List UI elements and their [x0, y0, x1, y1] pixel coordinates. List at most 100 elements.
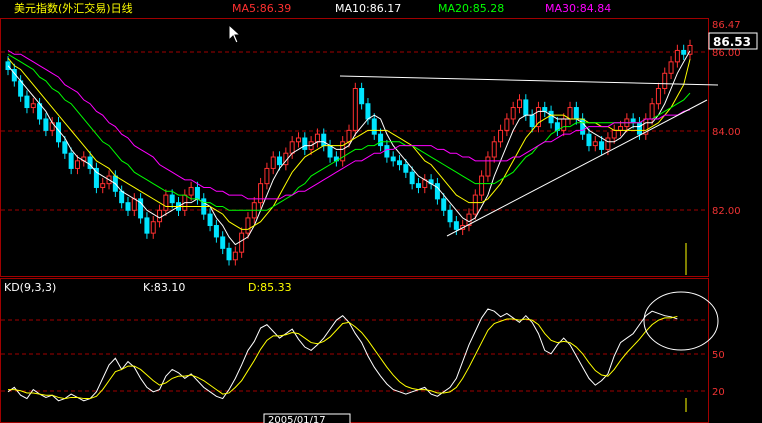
- candle-bull: [258, 183, 264, 204]
- candle-bull: [662, 72, 668, 90]
- price-high-label: 86.47: [712, 20, 741, 31]
- candle-bull: [314, 133, 320, 143]
- candle-bull: [30, 103, 36, 109]
- candle-bull: [74, 160, 80, 169]
- candle-bear: [548, 110, 554, 124]
- candle-bear: [415, 183, 421, 188]
- k-line: [7, 308, 678, 402]
- candle-bull: [485, 156, 491, 177]
- mouse-cursor-icon: [228, 24, 242, 44]
- candle-bear: [213, 225, 219, 238]
- candle-bear: [681, 49, 687, 55]
- candle-bull: [491, 141, 497, 158]
- ma20-label: MA20:85.28: [438, 2, 504, 15]
- ma30-label: MA30:84.84: [545, 2, 611, 15]
- candle-bull: [346, 129, 352, 143]
- candle-bull: [655, 88, 661, 105]
- candle-bull: [504, 118, 510, 131]
- candle-bear: [523, 99, 529, 116]
- candle-bear: [378, 133, 384, 147]
- candle-bear: [599, 141, 605, 150]
- candle-bull: [567, 107, 573, 120]
- candle-bear: [302, 137, 308, 150]
- candle-bull: [510, 107, 516, 120]
- kd-tick-20: 20: [712, 387, 725, 398]
- candle-bull: [498, 129, 504, 143]
- candle-bull: [232, 251, 238, 261]
- candle-bear: [397, 160, 403, 166]
- candle-bear: [125, 202, 131, 211]
- kd-tick-50: 50: [712, 350, 725, 361]
- candle-bear: [580, 118, 586, 135]
- candle-bear: [277, 156, 283, 166]
- candle-bear: [630, 118, 636, 124]
- candle-bear: [226, 247, 232, 261]
- candle-bear: [169, 194, 175, 204]
- candle-bear: [321, 133, 327, 147]
- chart-title: 美元指数(外汇交易)日线: [14, 1, 133, 15]
- candle-bear: [207, 213, 213, 227]
- candle-bull: [674, 49, 680, 63]
- k-value-label: K:83.10: [143, 281, 185, 294]
- current-price-label: 86.53: [713, 35, 751, 49]
- candle-bull: [592, 141, 598, 147]
- candle-bear: [384, 145, 390, 158]
- candle-bull: [188, 186, 194, 196]
- candle-bear: [144, 217, 150, 234]
- kd-title: KD(9,3,3): [4, 281, 56, 294]
- candle-bull: [157, 209, 163, 223]
- candle-bear: [542, 107, 548, 112]
- candle-bear: [573, 107, 579, 120]
- price-tick-84: 84.00: [712, 127, 741, 138]
- price-tick-82: 82.00: [712, 206, 741, 217]
- candle-bull: [561, 118, 567, 131]
- candle-bear: [409, 171, 415, 185]
- kd-panel-frame: [0, 278, 709, 423]
- stock-chart: 美元指数(外汇交易)日线 MA5:86.39 MA10:86.17 MA20:8…: [0, 1, 758, 423]
- candle-bear: [453, 221, 459, 230]
- candle-bull: [517, 99, 522, 109]
- candle-bull: [295, 137, 301, 143]
- candle-bull: [245, 217, 251, 234]
- candle-bear: [327, 145, 333, 158]
- candle-bull: [264, 167, 270, 185]
- candle-bull: [649, 103, 655, 120]
- candle-bear: [447, 209, 453, 223]
- candle-bull: [605, 137, 611, 150]
- ma5-label: MA5:86.39: [232, 2, 291, 15]
- d-value-label: D:85.33: [248, 281, 292, 294]
- candle-bear: [119, 190, 125, 204]
- candle-bull: [163, 194, 169, 211]
- date-box-label: 2005/01/17: [268, 415, 326, 423]
- candle-bear: [441, 198, 447, 211]
- candle-bull: [472, 194, 478, 215]
- candle-bear: [365, 103, 371, 120]
- candle-bull: [150, 221, 156, 234]
- candle-bull: [239, 232, 245, 253]
- resistance-trendline: [339, 75, 719, 86]
- highlight-circle: [643, 291, 719, 351]
- candle-bear: [529, 114, 535, 128]
- candle-bull: [618, 126, 624, 131]
- candle-bear: [24, 95, 30, 109]
- candle-bull: [611, 129, 617, 139]
- candle-bull: [668, 61, 674, 74]
- candle-bear: [220, 236, 226, 249]
- price-tick-86: 86.00: [712, 48, 741, 59]
- candle-bear: [68, 152, 74, 169]
- candle-bull: [131, 198, 137, 211]
- candle-bear: [390, 156, 396, 162]
- ma10-label: MA10:86.17: [335, 2, 401, 15]
- candle-bear: [194, 186, 200, 200]
- candle-bull: [479, 175, 485, 196]
- candle-bear: [434, 183, 440, 200]
- candle-bear: [62, 141, 68, 154]
- candle-bull: [352, 88, 358, 131]
- candle-bull: [270, 156, 276, 169]
- candle-bull: [289, 141, 295, 154]
- candle-bear: [636, 122, 642, 135]
- candle-bull: [100, 183, 106, 188]
- candle-bear: [43, 118, 49, 131]
- candle-bear: [359, 88, 365, 105]
- candle-bear: [403, 164, 409, 173]
